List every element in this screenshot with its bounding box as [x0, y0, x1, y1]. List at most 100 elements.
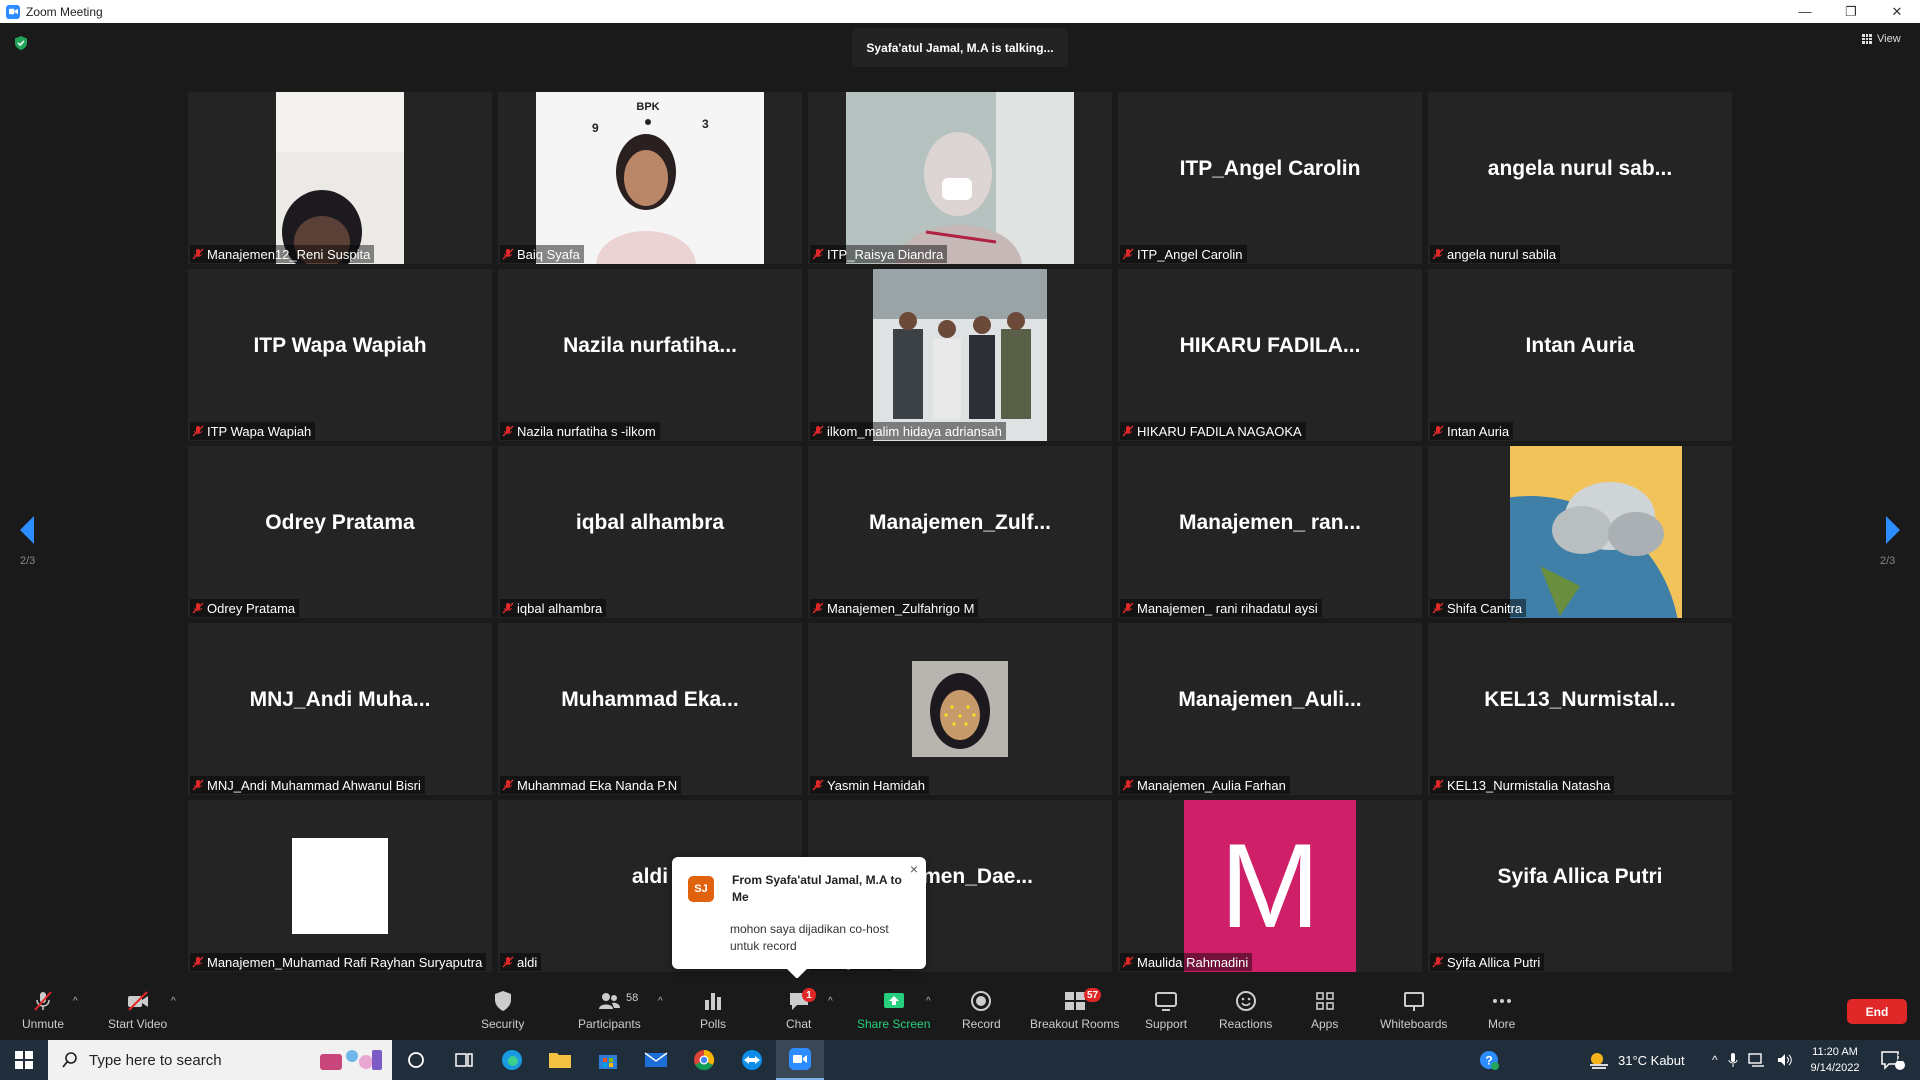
participant-tile[interactable]: Muhammad Eka... Muhammad Eka Nanda P.N: [498, 623, 802, 795]
chat-notification-popup[interactable]: SJ From Syafa'atul Jamal, M.A to Me moho…: [672, 857, 926, 979]
share-caret-icon[interactable]: ^: [926, 996, 931, 1007]
participant-tile[interactable]: Odrey Pratama Odrey Pratama: [188, 446, 492, 618]
task-view-button[interactable]: [440, 1040, 488, 1080]
page-indicator-left: 2/3: [20, 555, 36, 567]
unmute-button[interactable]: Unmute: [22, 990, 64, 1031]
notification-center-button[interactable]: 2: [1880, 1040, 1906, 1080]
file-explorer-button[interactable]: [536, 1040, 584, 1080]
audio-options-caret-icon[interactable]: ^: [73, 996, 78, 1007]
chat-sender-line: From Syafa'atul Jamal, M.A to Me: [732, 873, 902, 904]
start-video-button[interactable]: Start Video: [108, 990, 167, 1031]
taskbar-clock[interactable]: 11:20 AM 9/14/2022: [1808, 1044, 1862, 1076]
store-button[interactable]: [584, 1040, 632, 1080]
participant-tile[interactable]: Shifa Canitra: [1428, 446, 1732, 618]
participants-caret-icon[interactable]: ^: [658, 996, 663, 1007]
chrome-browser-icon: [694, 1049, 715, 1071]
reactions-button[interactable]: Reactions: [1219, 990, 1272, 1031]
view-button[interactable]: View: [1862, 33, 1901, 45]
muted-mic-icon: [1122, 248, 1134, 260]
grid-view-icon: [1862, 34, 1872, 44]
apps-icon: [1315, 992, 1334, 1010]
restore-button[interactable]: ❐: [1828, 0, 1874, 23]
microphone-tray-icon[interactable]: [1728, 1052, 1738, 1068]
participant-tile[interactable]: iqbal alhambra iqbal alhambra: [498, 446, 802, 618]
record-icon: [971, 991, 992, 1011]
apps-button[interactable]: Apps: [1311, 990, 1338, 1031]
speaker-volume-icon[interactable]: [1776, 1052, 1794, 1068]
help-tray-item[interactable]: ?: [1478, 1040, 1500, 1080]
participant-tile[interactable]: HIKARU FADILA... HIKARU FADILA NAGAOKA: [1118, 269, 1422, 441]
record-button[interactable]: Record: [962, 990, 1001, 1031]
participant-name: Baiq Syafa: [517, 246, 580, 262]
muted-mic-icon: [192, 956, 204, 968]
encryption-shield-icon[interactable]: [13, 35, 29, 51]
share-screen-label: Share Screen: [857, 1017, 931, 1031]
participant-tile[interactable]: ITP_Raisya Diandra: [808, 92, 1112, 264]
previous-page-arrow-icon[interactable]: [16, 513, 40, 547]
participant-name-label: iqbal alhambra: [500, 599, 607, 617]
network-icon[interactable]: [1747, 1052, 1766, 1068]
participant-tile[interactable]: Yasmin Hamidah: [808, 623, 1112, 795]
muted-mic-icon: [502, 779, 514, 791]
participant-name: Manajemen_Muhamad Rafi Rayhan Suryaputra: [207, 954, 483, 970]
muted-mic-icon: [1432, 602, 1444, 614]
weather-widget[interactable]: 31°C Kabut: [1588, 1040, 1685, 1080]
participant-tile[interactable]: Manajemen_Zulf... Manajemen_Zulfahrigo M: [808, 446, 1112, 618]
close-button[interactable]: ✕: [1874, 0, 1920, 23]
participant-tile[interactable]: Manajemen_Auli... Manajemen_Aulia Farhan: [1118, 623, 1422, 795]
participant-display-name: HIKARU FADILA...: [1179, 334, 1361, 357]
edge-button[interactable]: [488, 1040, 536, 1080]
polls-button[interactable]: Polls: [700, 990, 726, 1031]
participant-tile[interactable]: KEL13_Nurmistal... KEL13_Nurmistalia Nata…: [1428, 623, 1732, 795]
participant-tile[interactable]: ilkom_malim hidaya adriansah: [808, 269, 1112, 441]
participant-name-label: Nazila nurfatiha s -ilkom: [500, 422, 660, 440]
chrome-button[interactable]: [680, 1040, 728, 1080]
participant-name: HIKARU FADILA NAGAOKA: [1137, 423, 1302, 439]
start-button[interactable]: [0, 1040, 48, 1080]
end-meeting-button[interactable]: End: [1847, 999, 1907, 1024]
whiteboards-button[interactable]: Whiteboards: [1380, 990, 1447, 1031]
participant-display-name: Muhammad Eka...: [561, 688, 739, 711]
security-button[interactable]: Security: [481, 990, 524, 1031]
participant-tile[interactable]: ITP Wapa Wapiah ITP Wapa Wapiah: [188, 269, 492, 441]
minimize-button[interactable]: —: [1782, 0, 1828, 23]
participant-name: Manajemen_Zulfahrigo M: [827, 600, 975, 616]
participant-tile[interactable]: Intan Auria Intan Auria: [1428, 269, 1732, 441]
participant-tile[interactable]: Manajemen12_Reni Suspita: [188, 92, 492, 264]
support-button[interactable]: Support: [1145, 990, 1187, 1031]
share-screen-button[interactable]: Share Screen: [857, 990, 930, 1031]
next-page-arrow-icon[interactable]: [1880, 513, 1904, 547]
mail-button[interactable]: [632, 1040, 680, 1080]
muted-mic-icon: [1432, 779, 1444, 791]
participant-name-label: ITP_Raisya Diandra: [810, 245, 948, 263]
cortana-button[interactable]: [392, 1040, 440, 1080]
breakout-rooms-button[interactable]: Breakout Rooms: [1030, 990, 1119, 1031]
zoom-taskbar-button[interactable]: [776, 1040, 824, 1080]
chat-caret-icon[interactable]: ^: [828, 996, 833, 1007]
participant-name: Odrey Pratama: [207, 600, 296, 616]
more-button[interactable]: More: [1488, 990, 1515, 1031]
participant-tile[interactable]: Syifa Allica Putri Syifa Allica Putri: [1428, 800, 1732, 972]
participant-tile[interactable]: BPK 9 3 Baiq Syafa: [498, 92, 802, 264]
participant-name-label: angela nurul sabila: [1430, 245, 1561, 263]
participant-tile[interactable]: Manajemen_Muhamad Rafi Rayhan Suryaputra: [188, 800, 492, 972]
participant-count: 58: [626, 992, 639, 1004]
participant-tile[interactable]: M Maulida Rahmadini: [1118, 800, 1422, 972]
show-hidden-icons-chevron-icon[interactable]: ^: [1712, 1053, 1718, 1067]
participant-tile[interactable]: MNJ_Andi Muha... MNJ_Andi Muhammad Ahwanu…: [188, 623, 492, 795]
participant-name-label: Yasmin Hamidah: [810, 776, 930, 794]
participant-tile[interactable]: Manajemen_ ran... Manajemen_ rani rihadat…: [1118, 446, 1422, 618]
muted-mic-icon: [192, 602, 204, 614]
participant-tile[interactable]: Nazila nurfatiha... Nazila nurfatiha s -i…: [498, 269, 802, 441]
close-popup-button[interactable]: ×: [910, 861, 918, 877]
video-options-caret-icon[interactable]: ^: [171, 996, 176, 1007]
view-label: View: [1877, 33, 1901, 45]
avatar-letter-tile: M: [1184, 800, 1356, 972]
participant-tile[interactable]: angela nurul sab... angela nurul sabila: [1428, 92, 1732, 264]
teamviewer-button[interactable]: [728, 1040, 776, 1080]
participant-display-name: Syifa Allica Putri: [1497, 865, 1663, 888]
taskbar-search-box[interactable]: Type here to search: [48, 1040, 392, 1080]
clock-date: 9/14/2022: [1810, 1062, 1860, 1074]
title-bar: Zoom Meeting — ❐ ✕: [0, 0, 1920, 23]
participant-tile[interactable]: ITP_Angel Carolin ITP_Angel Carolin: [1118, 92, 1422, 264]
